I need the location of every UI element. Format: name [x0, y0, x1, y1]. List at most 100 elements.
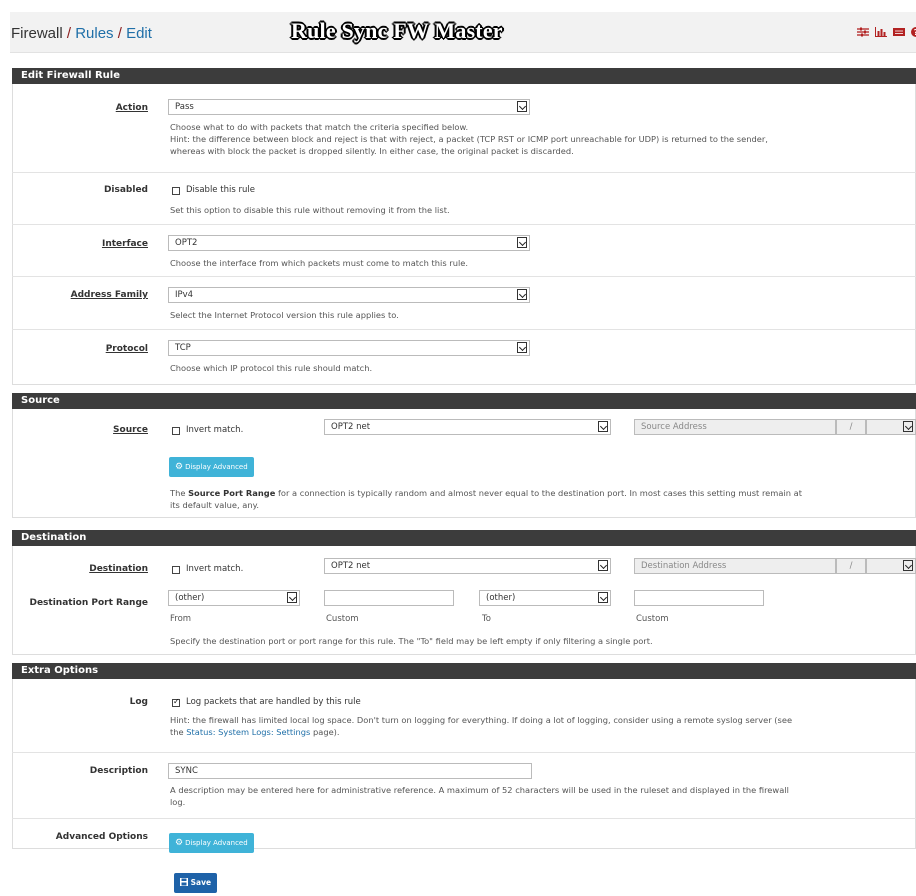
breadcrumb-separator: / [117, 25, 122, 42]
gear-icon: ⚙ [175, 462, 184, 472]
source-invert-checkbox[interactable] [172, 427, 180, 435]
help-bold: Source Port Range [188, 488, 276, 498]
advanced-options-label: Advanced Options [55, 832, 148, 842]
disable-rule-checkbox[interactable] [172, 187, 180, 195]
disable-rule-checkbox-label: Disable this rule [186, 185, 255, 195]
help-text: log. [170, 797, 186, 807]
destination-address-placeholder: Destination Address [641, 561, 727, 571]
destination-port-to-custom-input[interactable] [634, 590, 764, 606]
disabled-help: Set this option to disable this rule wit… [170, 205, 450, 215]
chevron-down-icon [287, 592, 297, 603]
row-divider [12, 276, 916, 277]
address-family-select-value: IPv4 [175, 290, 194, 300]
protocol-select-value: TCP [175, 343, 191, 353]
save-button[interactable]: Save [174, 873, 218, 893]
button-label: Display Advanced [185, 463, 248, 471]
log-checkbox-label: Log packets that are handled by this rul… [186, 697, 361, 707]
section-header-destination: Destination [12, 530, 916, 546]
destination-port-from-custom-input[interactable] [324, 590, 454, 606]
port-from-value: (other) [175, 593, 205, 603]
destination-mask-slash: / [836, 558, 866, 574]
destination-type-select[interactable]: OPT2 net [324, 558, 611, 574]
help-text: its default value, any. [170, 500, 259, 510]
description-help: A description may be entered here for ad… [170, 784, 910, 808]
chevron-down-icon [903, 560, 913, 571]
port-from-caption: From [170, 614, 192, 624]
chevron-down-icon [517, 237, 527, 248]
advanced-options-display-advanced-button[interactable]: ⚙ Display Advanced [169, 833, 254, 853]
row-divider [12, 818, 916, 819]
address-family-label: Address Family [70, 290, 148, 300]
help-icon[interactable]: ? [911, 27, 916, 37]
chevron-down-icon [903, 421, 913, 432]
breadcrumb-firewall[interactable]: Firewall [11, 25, 63, 42]
source-mask-slash: / [836, 419, 866, 435]
header-icons: ? [857, 26, 916, 38]
sliders-icon[interactable] [857, 27, 869, 37]
source-help: The Source Port Range for a connection i… [170, 487, 910, 511]
source-display-advanced-button[interactable]: ⚙ Display Advanced [169, 457, 254, 477]
section-header-extra-options: Extra Options [12, 663, 916, 679]
destination-port-from-select[interactable]: (other) [168, 590, 300, 606]
action-select-value: Pass [175, 102, 194, 112]
chevron-down-icon [517, 342, 527, 353]
system-logs-settings-link[interactable]: Status: System Logs: Settings [186, 727, 310, 737]
destination-type-value: OPT2 net [331, 561, 371, 571]
destination-mask-select[interactable] [866, 558, 916, 574]
destination-address-input[interactable]: Destination Address [634, 558, 836, 574]
destination-port-to-select[interactable]: (other) [479, 590, 611, 606]
section-header-edit-rule: Edit Firewall Rule [12, 68, 916, 84]
action-select[interactable]: Pass [168, 99, 530, 115]
source-type-value: OPT2 net [331, 422, 371, 432]
protocol-help: Choose which IP protocol this rule shoul… [170, 363, 373, 373]
source-invert-label: Invert match. [186, 425, 244, 435]
breadcrumb-separator: / [66, 25, 72, 42]
action-help-line: Choose what to do with packets that matc… [170, 122, 469, 132]
destination-port-range-label: Destination Port Range [29, 598, 148, 608]
help-text: A description may be entered here for ad… [170, 785, 789, 795]
description-label: Description [89, 766, 148, 776]
log-help: Hint: the firewall has limited local log… [170, 714, 910, 738]
row-divider [12, 172, 916, 173]
action-help-line: whereas with block the packet is dropped… [170, 146, 574, 156]
source-address-input[interactable]: Source Address [634, 419, 836, 435]
row-divider [12, 224, 916, 225]
action-help-line: Hint: the difference between block and r… [170, 134, 768, 144]
port-to-caption: To [482, 614, 491, 624]
destination-invert-checkbox[interactable] [172, 566, 180, 574]
breadcrumb-edit[interactable]: Edit [126, 25, 152, 42]
destination-invert-label: Invert match. [186, 564, 244, 574]
interface-label: Interface [101, 239, 148, 249]
source-type-select[interactable]: OPT2 net [324, 419, 611, 435]
breadcrumb-rules[interactable]: Rules [75, 25, 113, 42]
log-label: Log [129, 697, 148, 707]
protocol-select[interactable]: TCP [168, 340, 530, 356]
overlay-title: Rule Sync FW Master [291, 18, 503, 43]
address-family-select[interactable]: IPv4 [168, 287, 530, 303]
help-text: page). [310, 727, 340, 737]
help-text: the [170, 727, 187, 737]
description-value: SYNC [175, 766, 198, 776]
log-checkbox[interactable] [172, 697, 180, 707]
row-divider [12, 752, 916, 753]
source-address-placeholder: Source Address [641, 422, 707, 432]
description-input[interactable]: SYNC [168, 763, 532, 779]
port-to-value: (other) [486, 593, 516, 603]
protocol-label: Protocol [105, 344, 148, 354]
port-from-custom-caption: Custom [326, 614, 359, 624]
list-icon[interactable] [893, 27, 905, 37]
help-text: Hint: the firewall has limited local log… [170, 715, 793, 725]
interface-select[interactable]: OPT2 [168, 235, 530, 251]
row-divider [12, 329, 916, 330]
destination-help: Specify the destination port or port ran… [170, 636, 653, 646]
breadcrumb: Firewall / Rules / Edit [11, 25, 152, 42]
interface-select-value: OPT2 [175, 238, 198, 248]
help-text: for a connection is typically random and… [275, 488, 802, 498]
interface-help: Choose the interface from which packets … [170, 258, 469, 268]
source-mask-select[interactable] [866, 419, 916, 435]
action-help: Choose what to do with packets that matc… [170, 121, 900, 157]
chart-icon[interactable] [875, 27, 887, 37]
slash-text: / [849, 561, 853, 571]
chevron-down-icon [517, 101, 527, 112]
address-family-help: Select the Internet Protocol version thi… [170, 310, 399, 320]
